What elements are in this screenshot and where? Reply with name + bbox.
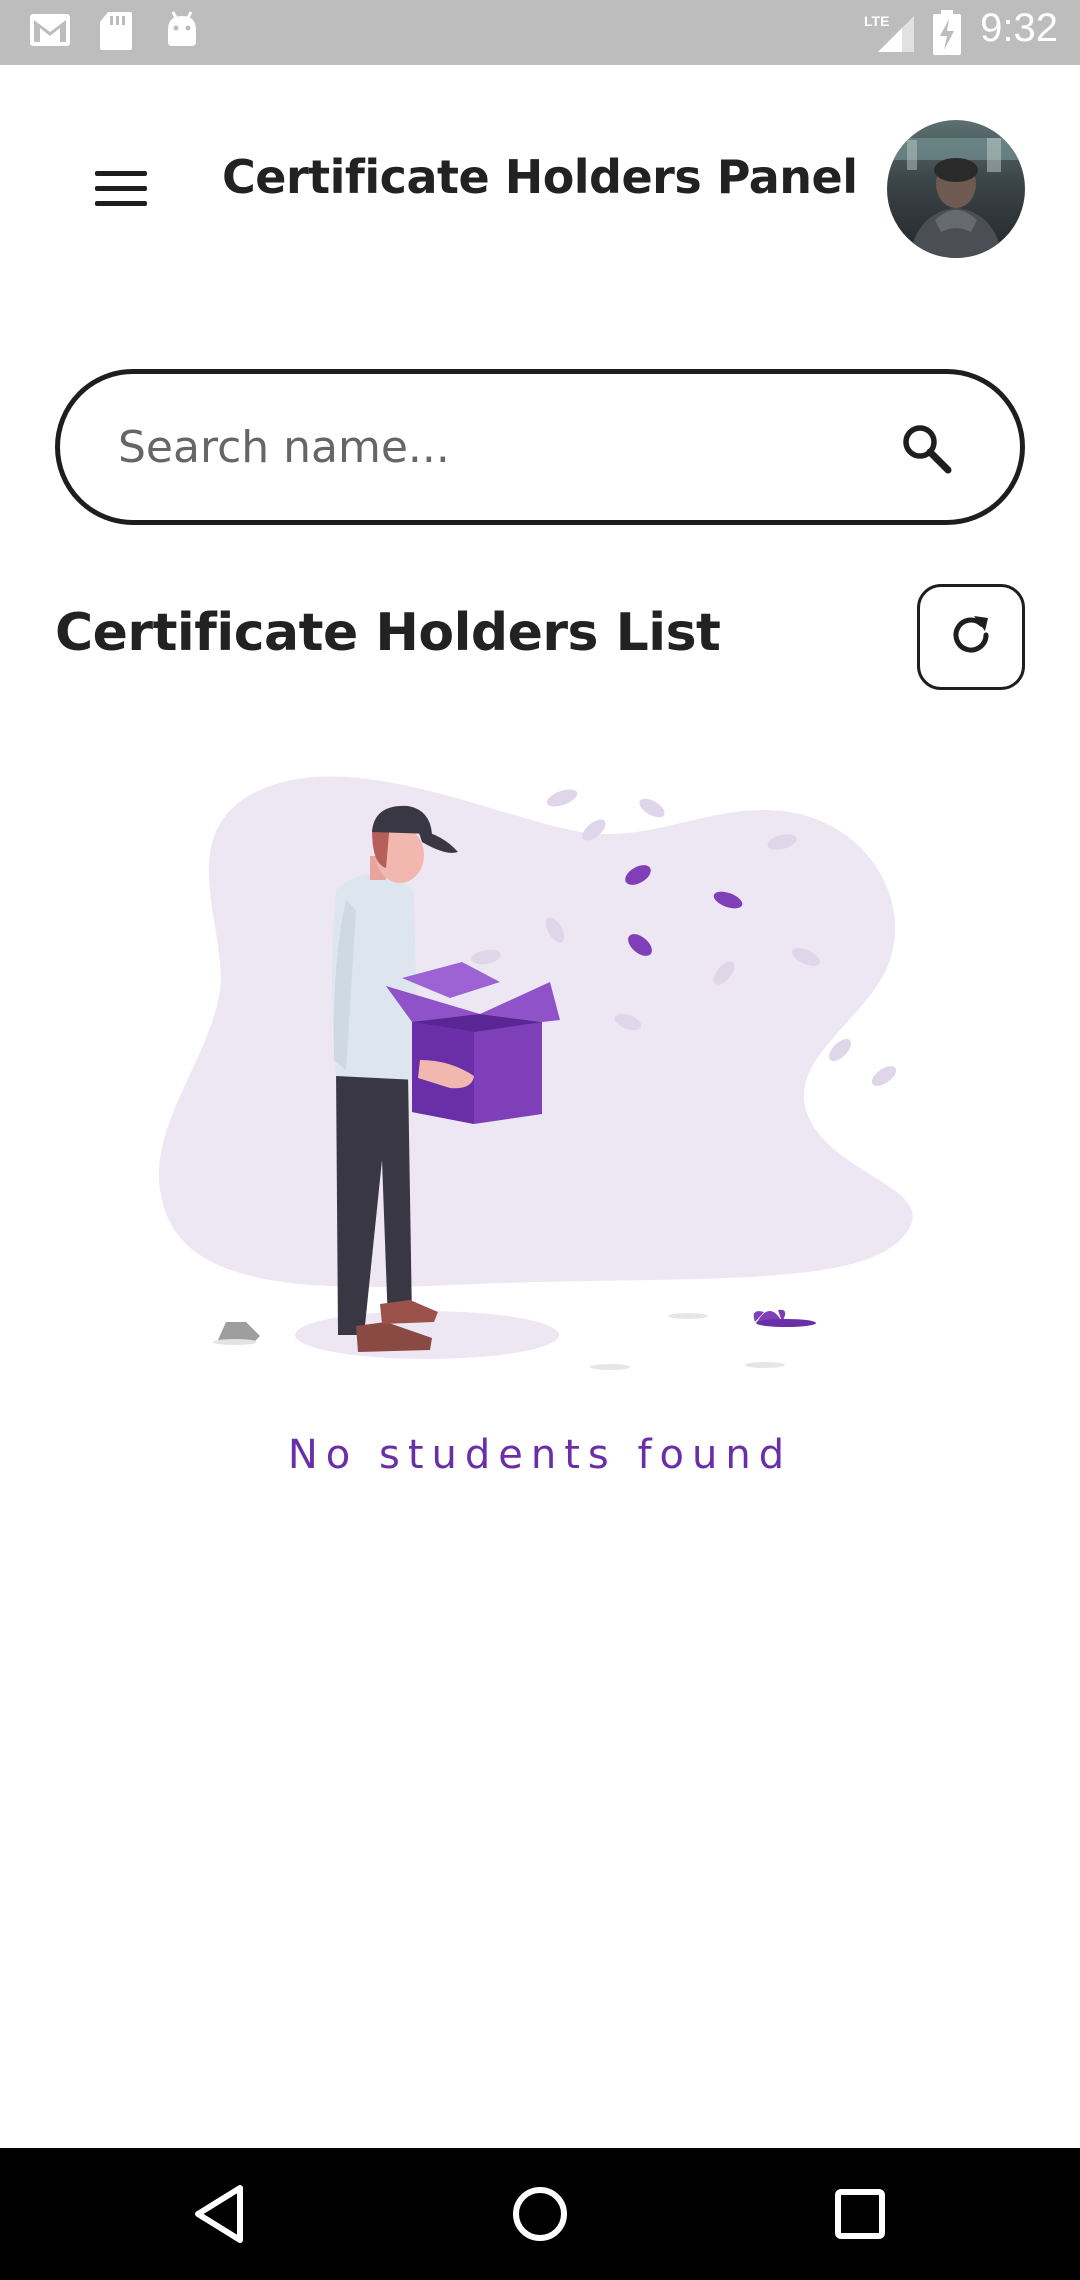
status-time: 9:32 (980, 6, 1058, 50)
empty-state-illustration (150, 760, 930, 1380)
sd-card-icon (98, 10, 134, 56)
lte-signal-icon: LTE (862, 12, 916, 58)
refresh-button[interactable] (917, 584, 1025, 690)
refresh-icon (946, 610, 996, 664)
gmail-icon (28, 10, 72, 54)
avatar[interactable] (887, 120, 1025, 258)
search-box[interactable] (55, 369, 1025, 525)
status-bar: LTE 9:32 (0, 0, 1080, 65)
menu-button[interactable] (75, 145, 167, 237)
battery-charging-icon (932, 10, 962, 60)
recents-icon[interactable] (824, 2178, 896, 2250)
android-icon (164, 10, 200, 54)
navigation-bar (0, 2148, 1080, 2280)
page-title: Certificate Holders Panel (222, 150, 858, 204)
home-icon[interactable] (504, 2178, 576, 2250)
empty-state-message: No students found (287, 1432, 793, 1478)
list-title: Certificate Holders List (55, 603, 721, 663)
svg-text:LTE: LTE (864, 13, 889, 29)
search-input[interactable] (116, 414, 860, 480)
hamburger-menu-icon (95, 171, 147, 211)
search-icon[interactable] (900, 422, 952, 478)
back-icon[interactable] (184, 2178, 256, 2250)
